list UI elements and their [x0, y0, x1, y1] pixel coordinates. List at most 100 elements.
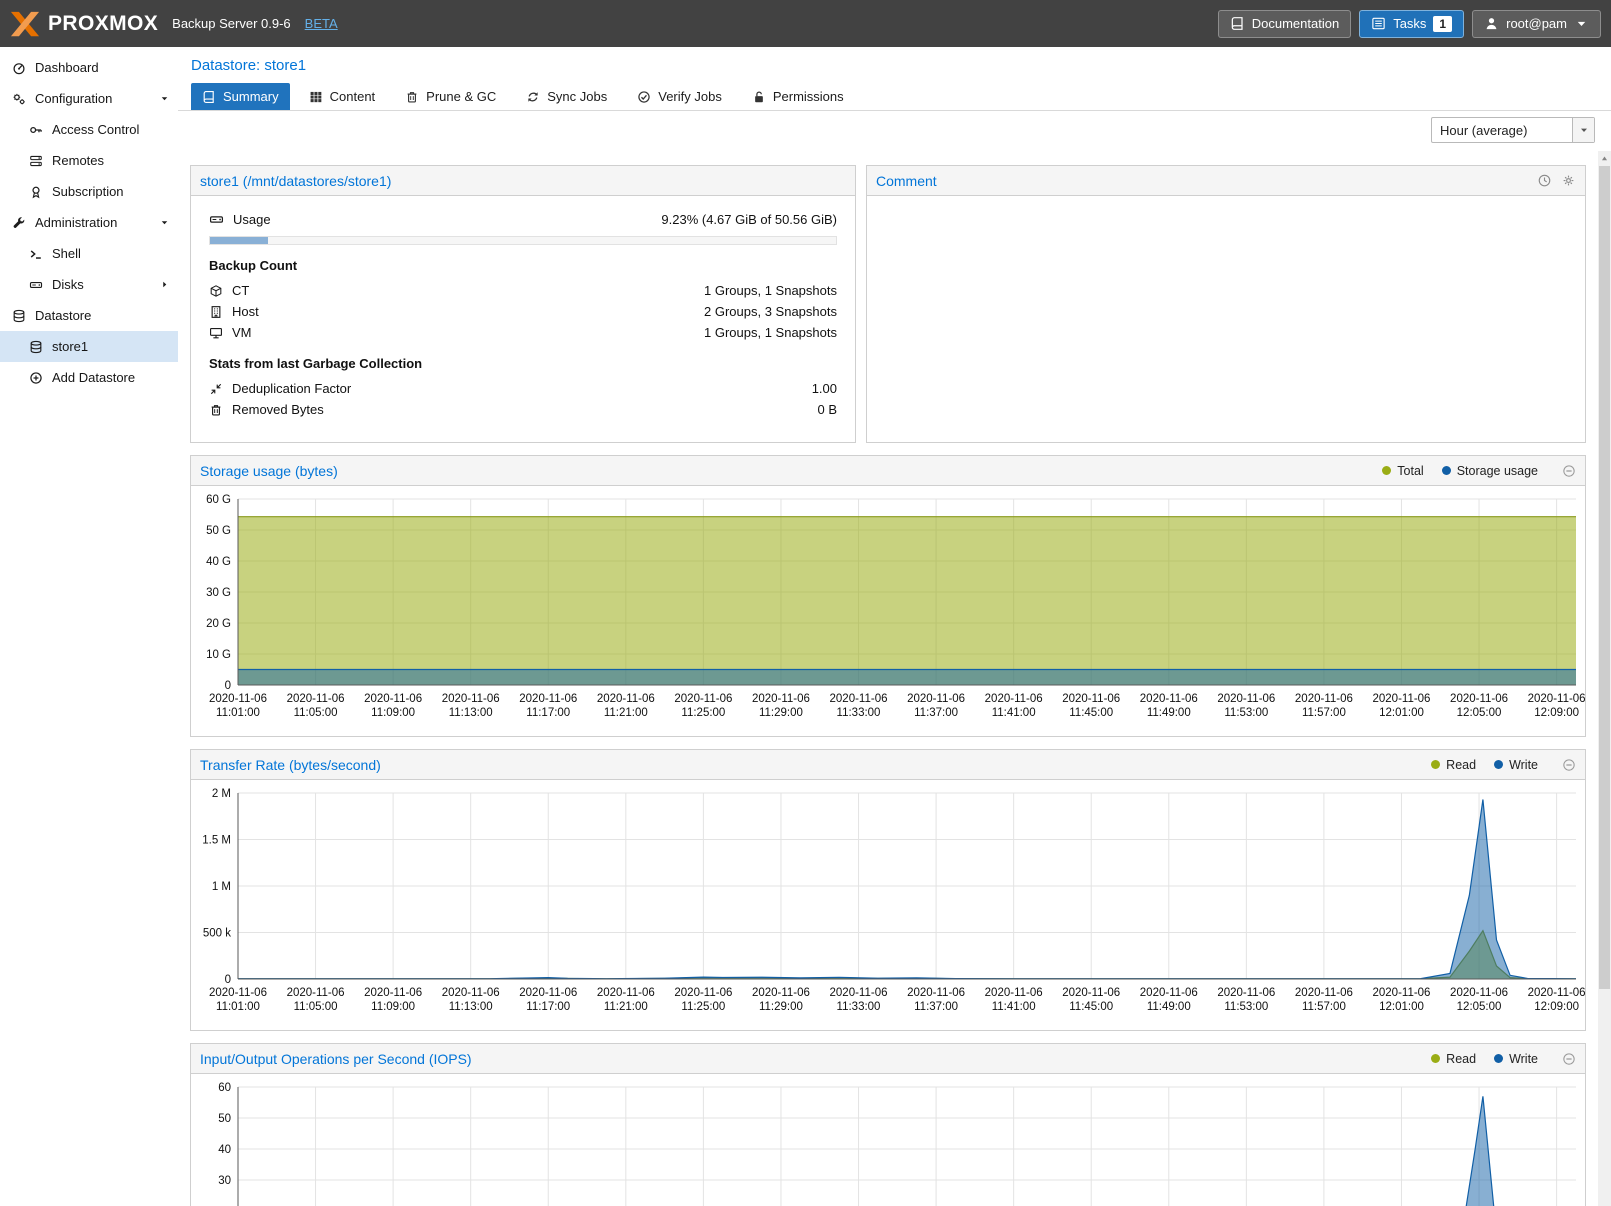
- gc-stat-row: Deduplication Factor1.00: [209, 378, 837, 399]
- svg-text:2020-11-06: 2020-11-06: [1528, 693, 1586, 705]
- backup-count-row: CT1 Groups, 1 Snapshots: [209, 280, 837, 301]
- tasks-button[interactable]: Tasks 1: [1359, 10, 1464, 38]
- sidebar-item-administration[interactable]: Administration: [0, 207, 178, 238]
- svg-text:11:13:00: 11:13:00: [449, 1001, 493, 1013]
- svg-text:2020-11-06: 2020-11-06: [519, 693, 577, 705]
- legend-label: Total: [1397, 464, 1423, 478]
- hdd-icon: [29, 278, 43, 292]
- svg-text:2020-11-06: 2020-11-06: [1140, 693, 1198, 705]
- svg-text:11:09:00: 11:09:00: [371, 707, 415, 719]
- tab-label: Summary: [223, 89, 279, 104]
- svg-text:2 M: 2 M: [212, 788, 231, 800]
- tab-content[interactable]: Content: [298, 83, 387, 110]
- svg-text:2020-11-06: 2020-11-06: [752, 987, 810, 999]
- legend-item[interactable]: Write: [1494, 758, 1538, 772]
- sidebar-item-subscription[interactable]: Subscription: [0, 176, 178, 207]
- legend-item[interactable]: Read: [1431, 758, 1476, 772]
- tab-label: Prune & GC: [426, 89, 496, 104]
- legend-item[interactable]: Write: [1494, 1052, 1538, 1066]
- toolbar: Hour (average): [178, 111, 1611, 149]
- sidebar-item-add-datastore[interactable]: Add Datastore: [0, 362, 178, 393]
- sidebar-item-store1[interactable]: store1: [0, 331, 178, 362]
- row-value: 1 Groups, 1 Snapshots: [704, 325, 837, 340]
- tab-label: Verify Jobs: [658, 89, 722, 104]
- cogs-icon: [12, 92, 26, 106]
- tab-sync-jobs[interactable]: Sync Jobs: [515, 83, 618, 110]
- tab-prune-gc[interactable]: Prune & GC: [394, 83, 507, 110]
- sidebar-item-label: Configuration: [35, 91, 112, 106]
- svg-text:11:21:00: 11:21:00: [604, 707, 648, 719]
- tab-permissions[interactable]: Permissions: [741, 83, 855, 110]
- sidebar-item-label: Datastore: [35, 308, 91, 323]
- legend-item[interactable]: Read: [1431, 1052, 1476, 1066]
- chart-body: 01020304050602020-11-0611:01:002020-11-0…: [191, 1074, 1585, 1206]
- sidebar-item-datastore[interactable]: Datastore: [0, 300, 178, 331]
- svg-text:11:09:00: 11:09:00: [371, 1001, 415, 1013]
- trash-icon: [209, 403, 223, 417]
- svg-text:40: 40: [218, 1144, 231, 1156]
- sidebar-item-shell[interactable]: Shell: [0, 238, 178, 269]
- legend-item[interactable]: Total: [1382, 464, 1423, 478]
- collapse-chart-icon[interactable]: [1562, 1052, 1576, 1066]
- svg-text:2020-11-06: 2020-11-06: [907, 693, 965, 705]
- interval-value: Hour (average): [1432, 123, 1572, 138]
- beta-link[interactable]: BETA: [305, 16, 338, 31]
- sidebar-item-disks[interactable]: Disks: [0, 269, 178, 300]
- chart-body: 010 G20 G30 G40 G50 G60 G2020-11-0611:01…: [191, 486, 1585, 736]
- collapse-chart-icon[interactable]: [1562, 464, 1576, 478]
- svg-text:2020-11-06: 2020-11-06: [1217, 693, 1275, 705]
- chart-panel-header: Storage usage (bytes)TotalStorage usage: [191, 456, 1585, 486]
- sidebar-item-remotes[interactable]: Remotes: [0, 145, 178, 176]
- database-icon: [12, 309, 26, 323]
- top-panels-row: store1 (/mnt/datastores/store1) Usage 9.…: [190, 165, 1586, 443]
- chevron-down-icon[interactable]: [1572, 118, 1594, 142]
- svg-text:12:09:00: 12:09:00: [1534, 707, 1579, 719]
- tab-verify-jobs[interactable]: Verify Jobs: [626, 83, 733, 110]
- svg-text:2020-11-06: 2020-11-06: [287, 987, 345, 999]
- backup-count-row: VM1 Groups, 1 Snapshots: [209, 322, 837, 343]
- sidebar-item-configuration[interactable]: Configuration: [0, 83, 178, 114]
- tasks-count-badge: 1: [1433, 16, 1452, 32]
- svg-text:60: 60: [218, 1082, 231, 1094]
- unlock-icon: [752, 90, 766, 104]
- usage-progress-bar: [209, 236, 837, 245]
- svg-text:20 G: 20 G: [206, 618, 231, 630]
- sidebar-item-dashboard[interactable]: Dashboard: [0, 52, 178, 83]
- svg-text:2020-11-06: 2020-11-06: [1295, 987, 1353, 999]
- vertical-scrollbar[interactable]: [1598, 151, 1611, 1206]
- svg-text:0: 0: [225, 974, 231, 986]
- svg-text:2020-11-06: 2020-11-06: [1062, 987, 1120, 999]
- header-buttons: Documentation Tasks 1 root@pam: [1218, 10, 1601, 38]
- legend-item[interactable]: Storage usage: [1442, 464, 1538, 478]
- tasks-label: Tasks: [1393, 16, 1426, 31]
- svg-text:30 G: 30 G: [206, 587, 231, 599]
- caret-down-icon[interactable]: [159, 217, 170, 228]
- svg-text:2020-11-06: 2020-11-06: [287, 693, 345, 705]
- chevron-down-icon: [1574, 16, 1589, 31]
- scrollbar-thumb[interactable]: [1599, 166, 1610, 989]
- reload-icon[interactable]: [1537, 173, 1552, 188]
- chart-panel-2: Input/Output Operations per Second (IOPS…: [190, 1043, 1586, 1206]
- tab-summary[interactable]: Summary: [191, 83, 290, 110]
- scroll-up-arrow-icon[interactable]: [1598, 151, 1611, 165]
- gear-icon[interactable]: [1561, 173, 1576, 188]
- sidebar-item-label: Administration: [35, 215, 117, 230]
- svg-text:11:33:00: 11:33:00: [837, 707, 881, 719]
- tab-label: Content: [330, 89, 376, 104]
- tab-label: Sync Jobs: [547, 89, 607, 104]
- sidebar-item-label: Shell: [52, 246, 81, 261]
- comment-body[interactable]: [867, 196, 1585, 442]
- svg-text:11:05:00: 11:05:00: [294, 1001, 338, 1013]
- user-menu-button[interactable]: root@pam: [1472, 10, 1601, 38]
- interval-select[interactable]: Hour (average): [1431, 117, 1595, 143]
- sidebar-item-access-control[interactable]: Access Control: [0, 114, 178, 145]
- svg-text:11:37:00: 11:37:00: [914, 1001, 958, 1013]
- caret-right-icon[interactable]: [159, 279, 170, 290]
- datastore-summary-panel: store1 (/mnt/datastores/store1) Usage 9.…: [190, 165, 856, 443]
- main-content: Datastore: store1 SummaryContentPrune & …: [178, 47, 1611, 1206]
- trash-icon: [405, 90, 419, 104]
- collapse-chart-icon[interactable]: [1562, 758, 1576, 772]
- caret-down-icon[interactable]: [159, 93, 170, 104]
- chart-body: 0500 k1 M1.5 M2 M2020-11-0611:01:002020-…: [191, 780, 1585, 1030]
- documentation-button[interactable]: Documentation: [1218, 10, 1351, 38]
